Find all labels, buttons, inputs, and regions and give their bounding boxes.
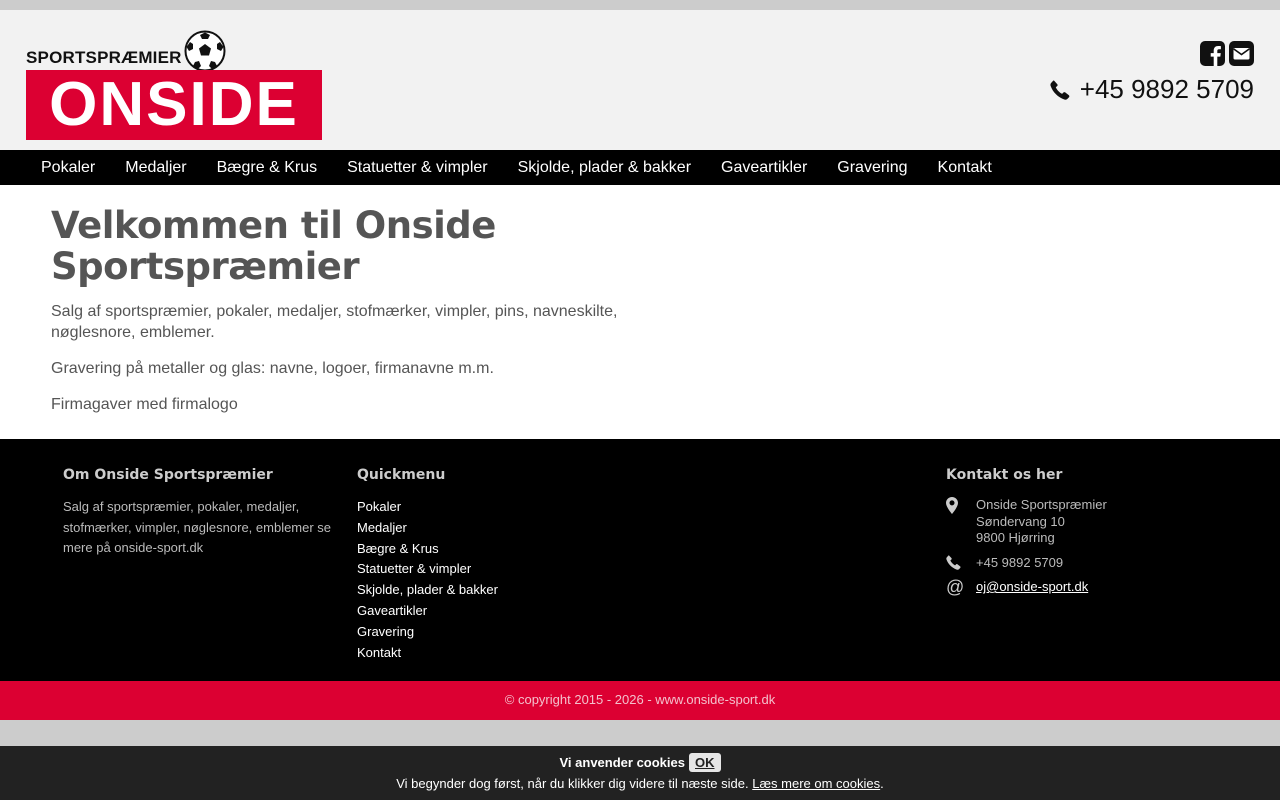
copyright-bar: © copyright 2015 - 2026 - www.onside-spo… <box>0 681 1280 720</box>
top-strip <box>0 0 1280 10</box>
cookie-read-more-link[interactable]: Læs mere om cookies <box>752 776 880 791</box>
phone-icon <box>1050 80 1070 100</box>
footer-quickmenu-heading: Quickmenu <box>357 467 446 483</box>
copyright-text: © copyright 2015 - 2026 - www.onside-spo… <box>504 692 776 707</box>
page-title: Velkommen til Onside Sportspræmier <box>51 204 496 288</box>
contact-street: Søndervang 10 <box>976 513 1065 529</box>
cookie-title: Vi anvender cookies <box>559 754 686 770</box>
nav-item-gravering[interactable]: Gravering <box>822 150 922 185</box>
logo-wordmark: ONSIDE <box>49 70 299 139</box>
footer-contact: Kontakt os her Onside Sportspræmier Sønd… <box>946 467 1246 603</box>
contact-phone: +45 9892 5709 <box>946 555 1246 572</box>
contact-address: Onside Sportspræmier Søndervang 10 9800 … <box>946 497 1246 547</box>
nav-item-skjolde-plader-bakker[interactable]: Skjolde, plader & bakker <box>503 150 706 185</box>
quickmenu-item-skjolde-plader-bakker[interactable]: Skjolde, plader & bakker <box>357 580 498 601</box>
quickmenu-item-statuetter-vimpler[interactable]: Statuetter & vimpler <box>357 559 498 580</box>
nav-item-medaljer[interactable]: Medaljer <box>110 150 201 185</box>
site-header: SPORTSPRÆMIER ONSIDE +45 9892 5709 <box>0 10 1280 150</box>
logo-red-box: ONSIDE <box>26 70 322 140</box>
nav-item-statuetter-vimpler[interactable]: Statuetter & vimpler <box>332 150 503 185</box>
intro-paragraph: Salg af sportspræmier, pokaler, medaljer… <box>51 303 618 341</box>
facebook-square-icon[interactable] <box>1200 41 1225 66</box>
footer-about-heading: Om Onside Sportspræmier <box>63 467 273 483</box>
cookie-banner: Vi anvender cookies OK Vi begynder dog f… <box>0 746 1280 800</box>
nav-item-pokaler[interactable]: Pokaler <box>26 150 110 185</box>
site-footer: Om Onside Sportspræmier Salg af sportspr… <box>0 439 1280 681</box>
contact-company: Onside Sportspræmier <box>976 497 1107 512</box>
quickmenu-item-gravering[interactable]: Gravering <box>357 622 498 643</box>
phone-icon <box>946 554 961 570</box>
nav-item-baegre-krus[interactable]: Bægre & Krus <box>202 150 332 185</box>
logo-tagline: SPORTSPRÆMIER <box>26 48 182 67</box>
cookie-ok-button[interactable]: OK <box>689 752 721 772</box>
contact-city: 9800 Hjørring <box>976 530 1055 545</box>
footer-about-text: Salg af sportspræmier, pokaler, medaljer… <box>63 499 332 555</box>
cookie-message: Vi begynder dog først, når du klikker di… <box>396 776 749 791</box>
header-phone[interactable]: +45 9892 5709 <box>1050 74 1254 105</box>
map-marker-icon <box>946 497 958 514</box>
main-nav: Pokaler Medaljer Bægre & Krus Statuetter… <box>0 150 1280 185</box>
contact-phone-number: +45 9892 5709 <box>976 554 1064 570</box>
onside-logo[interactable]: SPORTSPRÆMIER ONSIDE <box>26 30 322 140</box>
footer-quickmenu: Quickmenu Pokaler Medaljer Bægre & Krus … <box>357 467 498 663</box>
footer-about: Om Onside Sportspræmier Salg af sportspr… <box>63 467 338 559</box>
quickmenu-item-baegre-krus[interactable]: Bægre & Krus <box>357 539 498 560</box>
nav-item-gaveartikler[interactable]: Gaveartikler <box>706 150 822 185</box>
quickmenu-item-pokaler[interactable]: Pokaler <box>357 497 498 518</box>
header-phone-number: +45 9892 5709 <box>1079 74 1254 104</box>
football-icon <box>184 30 226 72</box>
contact-email: @ oj@onside-sport.dk <box>946 577 1246 597</box>
footer-contact-heading: Kontakt os her <box>946 467 1063 483</box>
contact-email-link[interactable]: oj@onside-sport.dk <box>976 579 1088 594</box>
nav-item-kontakt[interactable]: Kontakt <box>923 150 1007 185</box>
quickmenu-list: Pokaler Medaljer Bægre & Krus Statuetter… <box>357 497 498 663</box>
social-links <box>1200 41 1254 66</box>
engraving-paragraph: Gravering på metaller og glas: navne, lo… <box>51 360 494 377</box>
at-sign-icon: @ <box>946 577 965 597</box>
cookie-trailing-dot: . <box>880 776 884 791</box>
envelope-square-icon[interactable] <box>1229 41 1254 66</box>
main-content: Velkommen til Onside Sportspræmier Salg … <box>0 185 1280 439</box>
quickmenu-item-kontakt[interactable]: Kontakt <box>357 643 498 664</box>
corporate-gifts-paragraph: Firmagaver med firmalogo <box>51 396 238 413</box>
quickmenu-item-gaveartikler[interactable]: Gaveartikler <box>357 601 498 622</box>
quickmenu-item-medaljer[interactable]: Medaljer <box>357 518 498 539</box>
